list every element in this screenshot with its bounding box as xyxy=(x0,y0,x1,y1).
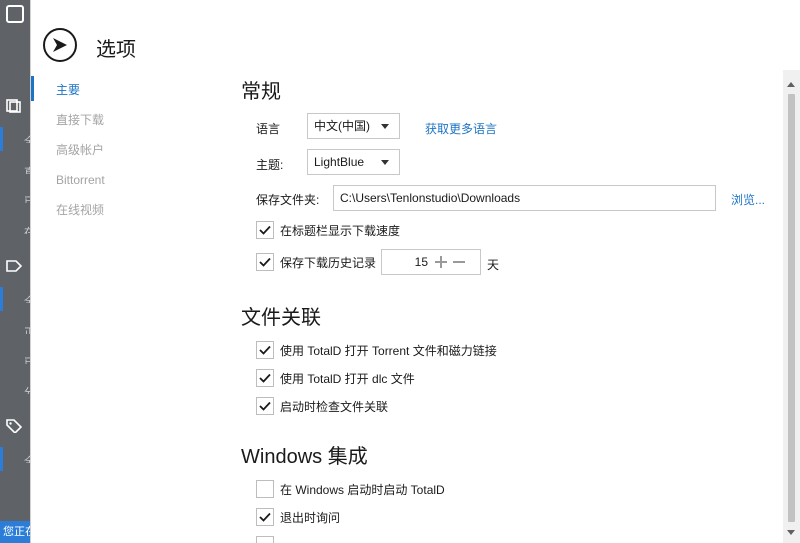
nav-item-direct-download[interactable]: 直接下载 xyxy=(31,106,211,136)
dialog-title: 选项 xyxy=(96,39,136,61)
app-logo-icon xyxy=(6,5,24,23)
browse-link[interactable]: 浏览... xyxy=(731,191,765,208)
windows-row: 退出时询问 xyxy=(256,507,340,527)
bg-status-bar: 您正在 xyxy=(0,521,30,543)
dlc-assoc-label: 使用 TotalD 打开 dlc 文件 xyxy=(280,371,415,386)
nav-item-main[interactable]: 主要 xyxy=(31,76,211,106)
start-with-windows-checkbox[interactable] xyxy=(256,480,274,498)
checkmark-icon xyxy=(259,225,271,235)
vertical-scrollbar[interactable] xyxy=(783,70,800,543)
section-title-general: 常规 xyxy=(241,81,281,103)
history-days-value: 15 xyxy=(414,255,428,269)
file-assoc-row: 使用 TotalD 打开 Torrent 文件和磁力链接 xyxy=(256,340,497,360)
options-content: 常规 语言 中文(中国) 获取更多语言 主题: LightBlue 保存文件夹:… xyxy=(241,70,781,543)
checkmark-icon xyxy=(259,512,271,522)
chevron-down-icon xyxy=(381,160,389,165)
checkmark-icon xyxy=(259,373,271,383)
dialog-header: 选项 xyxy=(31,0,800,70)
ask-on-exit-label: 退出时询问 xyxy=(280,510,341,525)
history-days-unit: 天 xyxy=(487,258,500,272)
language-select[interactable]: 中文(中国) xyxy=(307,113,400,139)
file-assoc-row: 使用 TotalD 打开 dlc 文件 xyxy=(256,368,415,388)
language-select-value: 中文(中国) xyxy=(314,119,370,133)
checkmark-icon xyxy=(259,257,271,267)
checkmark-icon xyxy=(259,345,271,355)
bg-active-bar xyxy=(0,287,3,311)
save-folder-label: 保存文件夹: xyxy=(256,193,320,207)
chevron-down-icon xyxy=(381,124,389,129)
minus-icon xyxy=(453,261,465,263)
scroll-down-icon[interactable] xyxy=(787,530,795,535)
bg-active-bar xyxy=(0,447,3,471)
nav-item-online-video[interactable]: 在线视频 xyxy=(31,196,211,226)
scroll-thumb[interactable] xyxy=(788,94,795,522)
windows-row-partial xyxy=(256,535,274,543)
windows-row: 在 Windows 启动时启动 TotalD xyxy=(256,479,445,499)
check-assoc-label: 启动时检查文件关联 xyxy=(280,399,389,414)
ask-on-exit-checkbox[interactable] xyxy=(256,508,274,526)
section-title-windows: Windows 集成 xyxy=(241,446,368,468)
show-speed-row: 在标题栏显示下载速度 xyxy=(256,220,400,240)
theme-label: 主题: xyxy=(256,158,284,172)
keep-history-row: 保存下载历史记录 xyxy=(256,252,376,272)
tag-icon xyxy=(6,259,22,273)
theme-select[interactable]: LightBlue xyxy=(307,149,400,175)
decrement-button[interactable] xyxy=(450,250,468,274)
show-speed-checkbox[interactable] xyxy=(256,221,274,239)
nav-item-bittorrent[interactable]: Bittorrent xyxy=(31,166,211,196)
file-assoc-row: 启动时检查文件关联 xyxy=(256,396,388,416)
torrent-assoc-checkbox[interactable] xyxy=(256,341,274,359)
options-nav: 主要 直接下载 高级帐户 Bittorrent 在线视频 xyxy=(31,76,211,226)
copy-icon xyxy=(6,99,22,113)
checkmark-icon xyxy=(259,401,271,411)
label-icon xyxy=(6,419,22,433)
keep-history-label: 保存下载历史记录 xyxy=(280,255,377,270)
increment-button[interactable] xyxy=(432,250,450,274)
options-dialog: 选项 主要 直接下载 高级帐户 Bittorrent 在线视频 常规 语言 中文… xyxy=(30,0,800,543)
plus-icon xyxy=(435,256,447,268)
bg-active-bar xyxy=(0,127,3,151)
scroll-up-icon[interactable] xyxy=(787,82,795,87)
chevron-right-icon xyxy=(53,38,67,52)
start-with-windows-label: 在 Windows 启动时启动 TotalD xyxy=(280,482,445,497)
background-app: 全 直 已 在 全 正 已 分 全 您正在 xyxy=(0,0,30,543)
language-label: 语言 xyxy=(256,122,281,136)
nav-item-premium-accounts[interactable]: 高级帐户 xyxy=(31,136,211,166)
back-button[interactable] xyxy=(43,28,77,62)
theme-select-value: LightBlue xyxy=(314,155,365,169)
more-languages-link[interactable]: 获取更多语言 xyxy=(425,120,497,137)
show-speed-label: 在标题栏显示下载速度 xyxy=(280,223,401,238)
history-days-stepper[interactable]: 15 xyxy=(381,249,481,275)
section-title-file-assoc: 文件关联 xyxy=(241,307,321,329)
save-folder-input[interactable]: C:\Users\Tenlonstudio\Downloads xyxy=(333,185,716,211)
check-assoc-checkbox[interactable] xyxy=(256,397,274,415)
dlc-assoc-checkbox[interactable] xyxy=(256,369,274,387)
keep-history-checkbox[interactable] xyxy=(256,253,274,271)
torrent-assoc-label: 使用 TotalD 打开 Torrent 文件和磁力链接 xyxy=(280,343,497,358)
partial-checkbox[interactable] xyxy=(256,536,274,543)
